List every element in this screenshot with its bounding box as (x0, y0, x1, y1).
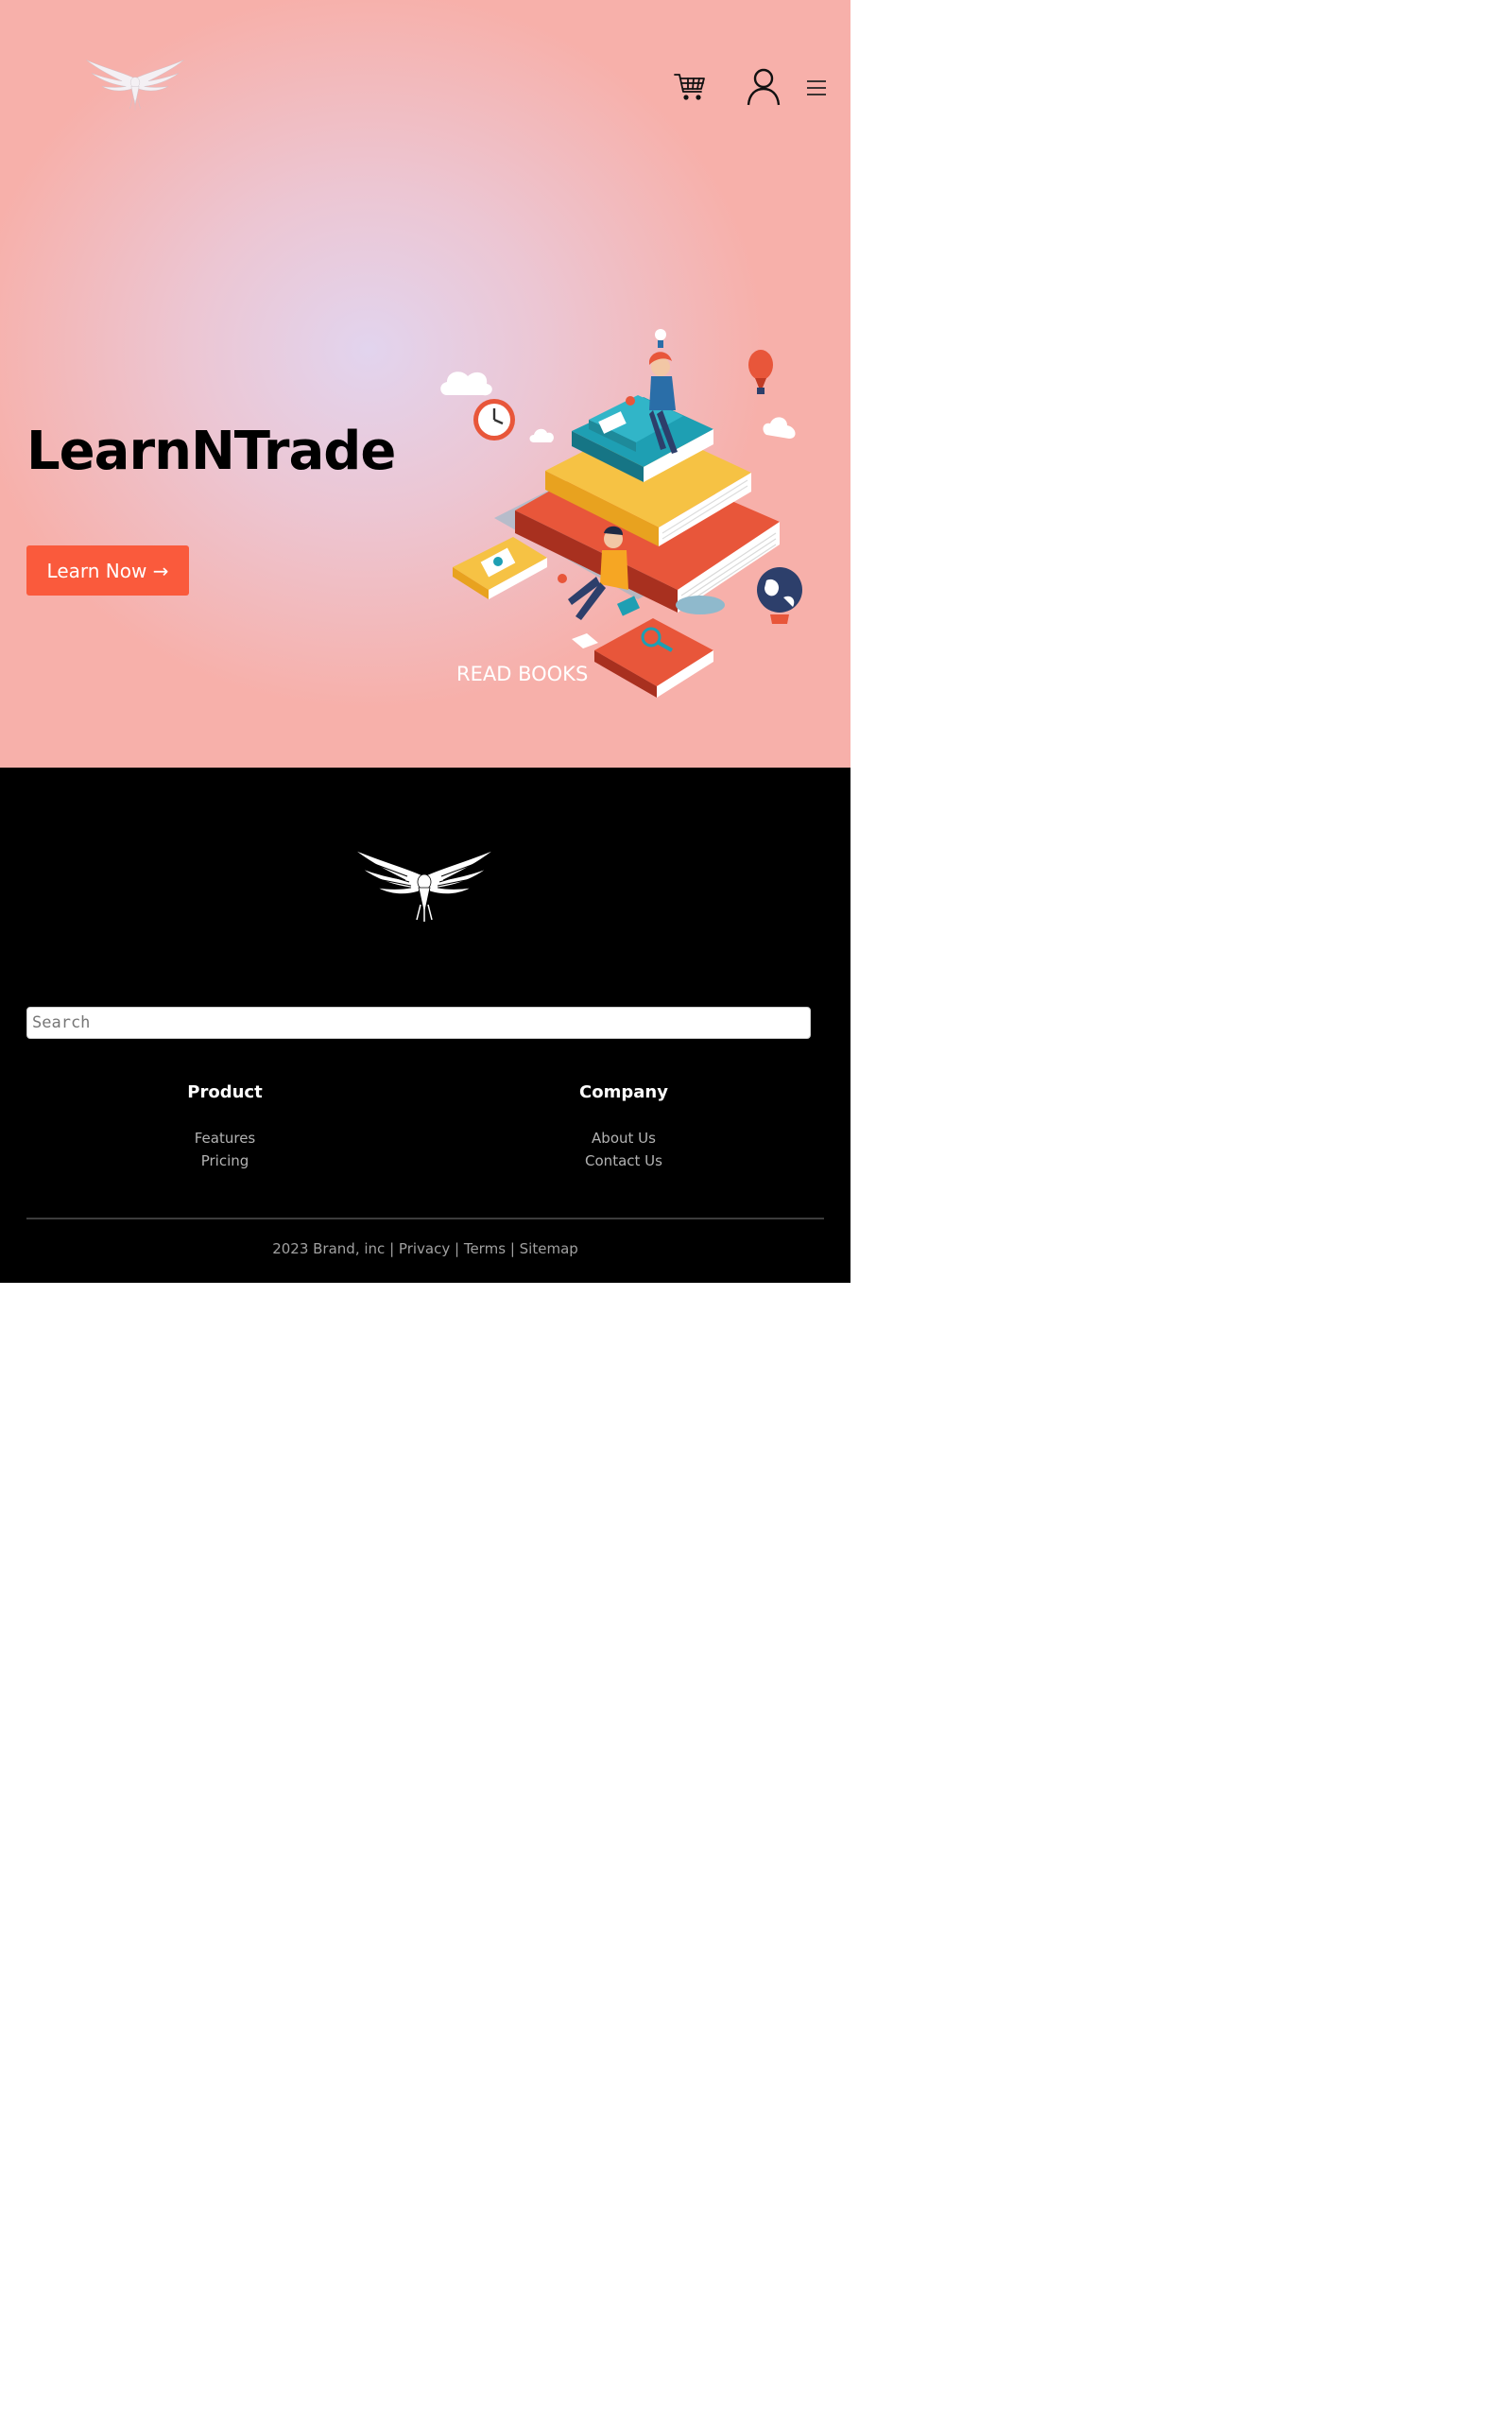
separator: | (455, 1240, 460, 1257)
footer-link-about-us[interactable]: About Us (482, 1127, 765, 1150)
book-stack (515, 395, 780, 613)
footer: Product Features Pricing Company About U… (0, 768, 850, 1283)
page: LearnNTrade Learn Now → READ BOOKS Searc… (0, 0, 850, 1283)
read-books-illustration: READ BOOKS (440, 329, 802, 698)
lightbulb-icon (655, 329, 666, 348)
separator: | (389, 1240, 395, 1257)
shopping-cart-icon[interactable] (674, 71, 706, 103)
footer-company-title: Company (579, 1082, 668, 1102)
cloud-icon (763, 417, 796, 439)
footer-bottom-bar: 2023 Brand, inc | Privacy | Terms | Site… (0, 1240, 850, 1257)
hero-title: LearnNTrade (26, 421, 396, 482)
small-book (453, 537, 547, 599)
eagle-logo-icon[interactable] (352, 848, 496, 924)
footer-link-features[interactable]: Features (83, 1127, 367, 1150)
cloud-icon (529, 428, 554, 442)
footer-product-title: Product (187, 1082, 263, 1102)
footer-link-privacy[interactable]: Privacy (399, 1240, 450, 1257)
footer-link-terms[interactable]: Terms (464, 1240, 506, 1257)
footer-divider (26, 1218, 824, 1219)
balloon-icon (748, 350, 773, 394)
footer-product-column: Product Features Pricing (83, 1082, 367, 1172)
cloud-icon (440, 372, 492, 396)
hero-section: LearnNTrade Learn Now → READ BOOKS (0, 0, 850, 768)
illustration-caption: READ BOOKS (456, 663, 588, 685)
footer-link-pricing[interactable]: Pricing (83, 1150, 367, 1172)
footer-company-column: Company About Us Contact Us (482, 1082, 765, 1172)
learn-now-button[interactable]: Learn Now → (26, 545, 189, 596)
copyright-text: 2023 Brand, inc (272, 1240, 386, 1257)
footer-link-sitemap[interactable]: Sitemap (520, 1240, 578, 1257)
eagle-logo-icon[interactable] (85, 59, 185, 112)
search-input[interactable] (26, 1007, 811, 1039)
hamburger-menu-icon[interactable] (806, 78, 827, 97)
user-icon[interactable] (747, 68, 781, 106)
magnifier-book (594, 618, 713, 698)
footer-link-contact-us[interactable]: Contact Us (482, 1150, 765, 1172)
separator: | (509, 1240, 515, 1257)
clock-icon (473, 399, 515, 441)
